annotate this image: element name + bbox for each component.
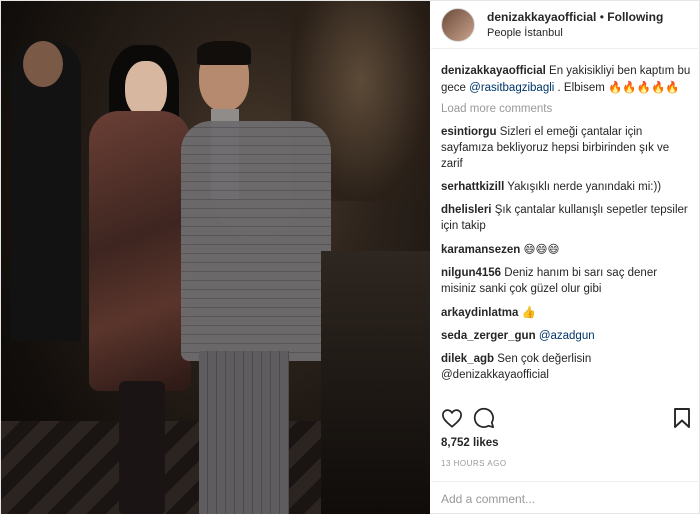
comment-username[interactable]: dilek_agb <box>441 353 494 365</box>
comment-username[interactable]: dhelisleri <box>441 204 492 216</box>
comment-button[interactable] <box>473 405 501 431</box>
add-comment-input[interactable] <box>441 491 691 506</box>
comment-text[interactable]: @azadgun <box>539 330 595 342</box>
post-photo[interactable] <box>1 1 430 514</box>
comment-username[interactable]: karamansezen <box>441 244 520 256</box>
action-bar <box>441 405 691 431</box>
caption-mention[interactable]: @rasitbagzibagli <box>469 82 554 94</box>
following-button[interactable]: Following <box>607 10 663 24</box>
caption-username[interactable]: denizakkayaofficial <box>441 65 546 77</box>
comment-username[interactable]: arkaydinlatma <box>441 307 518 319</box>
bookmark-outline-icon <box>674 408 690 428</box>
comment-item: nilgun4156 Deniz hanım bi sarı saç dener… <box>441 265 693 297</box>
location-link[interactable]: People İstanbul <box>487 25 663 41</box>
post-header: denizakkayaofficial • Following People İ… <box>431 1 700 49</box>
instagram-post: denizakkayaofficial • Following People İ… <box>0 0 700 514</box>
comment-text: Yakışıklı nerde yanındaki mi:)) <box>507 181 662 193</box>
like-button[interactable] <box>441 405 469 431</box>
comment-username[interactable]: nilgun4156 <box>441 267 501 279</box>
bar-counter <box>321 251 430 514</box>
header-text: denizakkayaofficial • Following People İ… <box>487 9 663 41</box>
comment-text: 👍 <box>521 305 536 319</box>
man-hair <box>197 41 251 65</box>
caption-emoji: 🔥🔥🔥🔥🔥 <box>608 80 680 94</box>
header-separator: • <box>599 9 604 24</box>
load-more-comments-button[interactable]: Load more comments <box>441 103 693 115</box>
comment-text: 😄😄😄 <box>523 242 560 256</box>
avatar[interactable] <box>441 7 475 42</box>
add-comment-bar <box>431 481 700 514</box>
comment-username[interactable]: seda_zerger_gun <box>441 330 536 342</box>
comment-username[interactable]: esintiorgu <box>441 126 497 138</box>
speech-bubble-icon <box>473 407 495 429</box>
post-timestamp: 13 HOURS AGO <box>441 459 507 468</box>
comment-item: karamansezen 😄😄😄 <box>441 241 693 258</box>
man-trousers <box>199 351 289 514</box>
woman-legs <box>119 381 165 514</box>
man-suit <box>181 121 331 361</box>
heart-outline-icon <box>442 409 462 428</box>
comment-username[interactable]: serhattkizill <box>441 181 504 193</box>
comment-item: arkaydinlatma 👍 <box>441 304 693 321</box>
woman-dress <box>89 111 191 391</box>
comments-list: denizakkayaofficial En yakisikliyi ben k… <box>441 63 693 401</box>
post-sidebar: denizakkayaofficial • Following People İ… <box>431 1 700 514</box>
caption: denizakkayaofficial En yakisikliyi ben k… <box>441 63 693 96</box>
comment-item: dhelisleri Şık çantalar kullanışlı sepet… <box>441 202 693 234</box>
background-guest-head <box>23 41 63 87</box>
comment-item: serhattkizill Yakışıklı nerde yanındaki … <box>441 179 693 195</box>
comment-item: esintiorgu Sizleri el emeği çantalar içi… <box>441 124 693 172</box>
caption-text-2: . Elbisem <box>557 82 605 94</box>
save-button[interactable] <box>663 405 691 431</box>
likes-count[interactable]: 8,752 likes <box>441 437 499 449</box>
comment-item: dilek_agb Sen çok değerlisin @denizakkay… <box>441 351 693 383</box>
comment-item: seda_zerger_gun @azadgun <box>441 328 693 344</box>
woman-face <box>125 61 167 117</box>
header-username[interactable]: denizakkayaofficial <box>487 10 596 24</box>
